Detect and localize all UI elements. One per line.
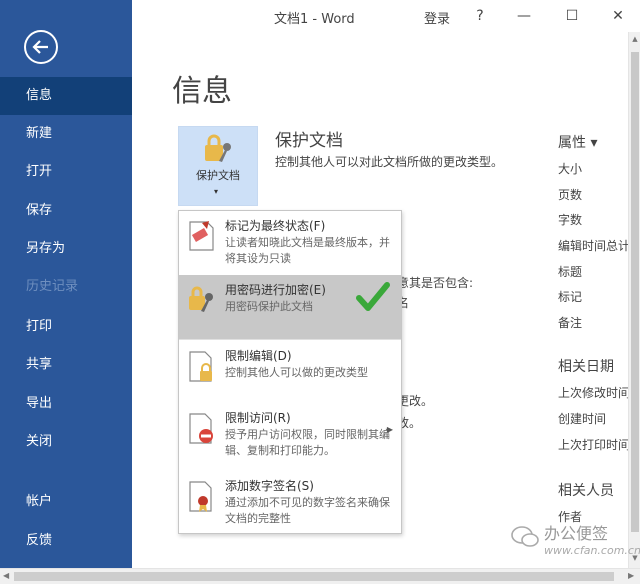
close-window-button[interactable]: ✕ [604, 4, 632, 28]
vertical-scrollbar[interactable]: ▲ ▼ [628, 32, 640, 568]
nav-item-open[interactable]: 打开 [0, 153, 132, 191]
menu-item-restrict-editing[interactable]: 限制编辑(D) 控制其他人可以做的更改类型 [179, 341, 401, 403]
mark-final-icon [189, 221, 214, 251]
related-dates-header: 相关日期 [558, 359, 614, 375]
watermark-text: 办公便签 [544, 524, 609, 543]
nav-item-save-as[interactable]: 另存为 [0, 230, 132, 268]
back-arrow-icon [32, 40, 48, 54]
lock-key-icon [205, 134, 231, 162]
nav-item-close[interactable]: 关闭 [0, 423, 132, 461]
menu-divider [179, 339, 401, 340]
nav-item-export[interactable]: 导出 [0, 385, 132, 423]
page-title: 信息 [172, 74, 232, 109]
protect-document-button[interactable]: 保护文档 ▾ [178, 126, 258, 206]
scrollbar-thumb[interactable] [14, 572, 614, 581]
versions-text-peek: 更改。 [397, 394, 434, 408]
nav-item-feedback[interactable]: 反馈 [0, 522, 132, 560]
digital-signature-icon [189, 481, 212, 512]
scrollbar-thumb[interactable] [631, 52, 639, 532]
title-bar: 文档1 - Word 登录 ? — ☐ ✕ [132, 0, 640, 32]
date-created: 创建时间 [558, 412, 607, 426]
menu-item-title: 标记为最终状态(F) [225, 219, 326, 233]
restrict-editing-icon [189, 351, 212, 382]
nav-item-print[interactable]: 打印 [0, 308, 132, 346]
nav-item-account[interactable]: 帐户 [0, 483, 132, 521]
horizontal-scrollbar[interactable]: ◀ ▶ [0, 568, 640, 584]
inspect-text-peek: 意其是否包含: [397, 276, 474, 290]
menu-item-title: 添加数字签名(S) [225, 479, 314, 493]
green-checkmark-icon [356, 282, 390, 311]
date-last-modified: 上次修改时间 [558, 386, 631, 400]
protect-document-label: 保护文档 [196, 169, 240, 182]
chevron-right-icon: ▶ [386, 425, 393, 434]
menu-item-title: 限制访问(R) [225, 411, 291, 425]
menu-item-desc: 通过添加不可见的数字签名来确保文档的完整性 [225, 496, 390, 525]
protect-section-title: 保护文档 [275, 131, 343, 151]
property-words: 字数 [558, 213, 583, 227]
nav-item-save[interactable]: 保存 [0, 192, 132, 230]
menu-item-add-digital-signature[interactable]: 添加数字签名(S) 通过添加不可见的数字签名来确保文档的完整性 [179, 471, 401, 535]
nav-item-new[interactable]: 新建 [0, 115, 132, 153]
menu-item-title: 用密码进行加密(E) [225, 283, 326, 297]
nav-item-share[interactable]: 共享 [0, 346, 132, 384]
scroll-right-icon[interactable]: ▶ [628, 571, 634, 580]
menu-item-desc: 让读者知晓此文档是最终版本，并将其设为只读 [225, 236, 390, 265]
property-title: 标题 [558, 265, 583, 279]
date-last-printed: 上次打印时间 [558, 438, 631, 452]
property-editing-time: 编辑时间总计 [558, 239, 631, 253]
login-link[interactable]: 登录 [424, 8, 450, 27]
menu-item-desc: 控制其他人可以做的更改类型 [225, 366, 368, 379]
properties-header[interactable]: 属性 ▾ [558, 132, 597, 152]
property-pages: 页数 [558, 188, 583, 202]
minimize-button[interactable]: — [510, 4, 538, 28]
related-people-header: 相关人员 [558, 483, 614, 499]
protect-section-desc: 控制其他人可以对此文档所做的更改类型。 [275, 155, 504, 169]
scroll-up-icon[interactable]: ▲ [630, 35, 640, 43]
backstage-nav: 信息 新建 打开 保存 另存为 历史记录 打印 共享 导出 关闭 帐户 反馈 [0, 0, 132, 568]
scroll-left-icon[interactable]: ◀ [3, 571, 9, 580]
nav-item-info[interactable]: 信息 [0, 77, 132, 115]
wechat-logo-icon [511, 526, 539, 547]
watermark: 办公便签 www.cfan.com.cn [510, 518, 640, 566]
restore-button[interactable]: ☐ [558, 4, 586, 28]
chevron-down-icon: ▾ [214, 187, 219, 196]
protect-document-menu: 标记为最终状态(F) 让读者知晓此文档是最终版本，并将其设为只读 用密码进行加密… [178, 210, 402, 534]
menu-item-title: 限制编辑(D) [225, 349, 292, 363]
nav-item-history: 历史记录 [26, 279, 79, 294]
menu-item-mark-final[interactable]: 标记为最终状态(F) 让读者知晓此文档是最终版本，并将其设为只读 [179, 211, 401, 275]
menu-item-restrict-access[interactable]: 限制访问(R) 授予用户访问权限，同时限制其编辑、复制和打印能力。 ▶ [179, 403, 401, 471]
property-size: 大小 [558, 162, 583, 176]
back-button[interactable] [24, 30, 58, 64]
lock-key-icon [189, 286, 213, 312]
window-title: 文档1 - Word [274, 12, 355, 27]
property-comments: 备注 [558, 316, 583, 330]
menu-item-desc: 授予用户访问权限，同时限制其编辑、复制和打印能力。 [225, 428, 390, 457]
restrict-access-icon [189, 413, 213, 444]
property-tags: 标记 [558, 290, 583, 304]
watermark-url: www.cfan.com.cn [544, 544, 640, 557]
help-button[interactable]: ? [466, 4, 494, 28]
